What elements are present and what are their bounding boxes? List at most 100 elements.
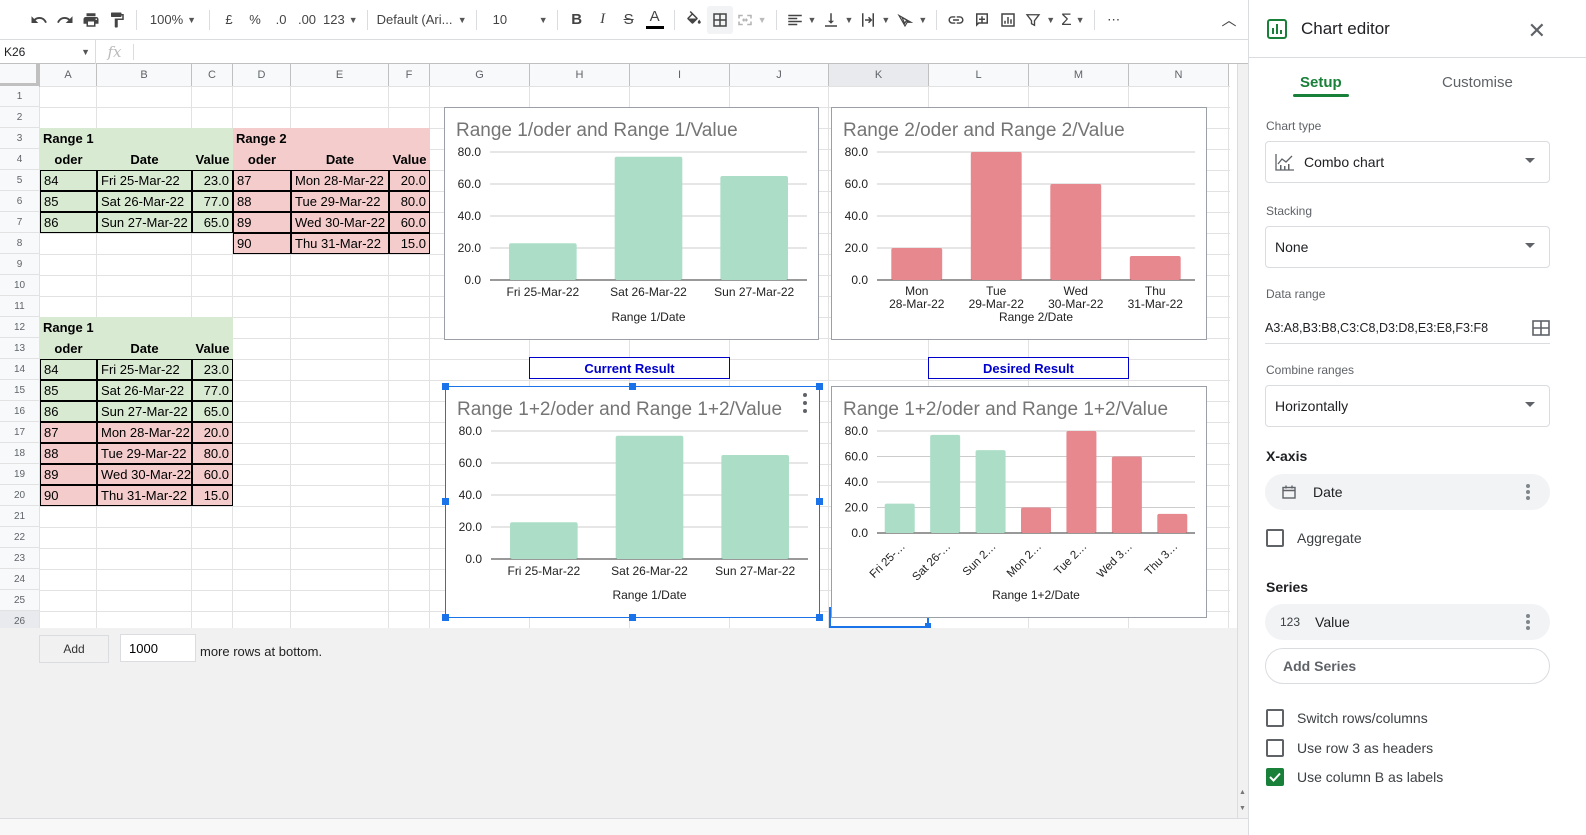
range2-table-header-value[interactable]: Value: [389, 149, 430, 170]
range1-table-cell[interactable]: Sat 26-Mar-22: [97, 191, 192, 212]
resize-handle[interactable]: [442, 614, 449, 621]
column-header-l[interactable]: L: [929, 64, 1029, 87]
chart-menu-kebab-icon[interactable]: [800, 393, 810, 413]
use-column-b-labels-checkbox[interactable]: [1266, 768, 1284, 786]
range1-table-cell[interactable]: Sun 27-Mar-22: [97, 212, 192, 233]
range1-table-cell[interactable]: 23.0: [192, 170, 233, 191]
horizontal-align-icon[interactable]: ▼: [783, 6, 820, 34]
select-range-grid-icon[interactable]: [1532, 320, 1550, 336]
range2-table-cell[interactable]: 89: [233, 212, 291, 233]
range2-table-cell[interactable]: Thu 31-Mar-22: [291, 233, 389, 254]
range2-table-cell[interactable]: 20.0: [389, 170, 430, 191]
borders-icon[interactable]: [706, 5, 733, 34]
combined-table-cell[interactable]: 86: [40, 401, 97, 422]
row-header-2[interactable]: 2: [0, 107, 40, 128]
range1-table-cell[interactable]: 77.0: [192, 191, 233, 212]
combined-table-header-value[interactable]: Value: [192, 338, 233, 359]
row-header-16[interactable]: 16: [0, 401, 40, 422]
column-header-g[interactable]: G: [430, 64, 530, 87]
series-chip[interactable]: 123 Value: [1265, 604, 1550, 640]
row-header-3[interactable]: 3: [0, 128, 40, 149]
row-header-9[interactable]: 9: [0, 254, 40, 275]
range1-table-cell[interactable]: 65.0: [192, 212, 233, 233]
row-header-13[interactable]: 13: [0, 338, 40, 359]
font-family-select[interactable]: Default (Ari... ▼: [374, 6, 470, 34]
font-size-select[interactable]: 10 ▼: [483, 6, 551, 34]
filter-icon[interactable]: ▼: [1021, 6, 1058, 34]
row-header-11[interactable]: 11: [0, 296, 40, 317]
combined-table-title[interactable]: Range 1: [40, 317, 97, 338]
column-header-a[interactable]: A: [40, 64, 97, 87]
x-axis-more-icon[interactable]: [1526, 484, 1530, 500]
resize-handle[interactable]: [629, 383, 636, 390]
horizontal-scrollbar[interactable]: [0, 818, 1248, 835]
range1-table-cell[interactable]: 85: [40, 191, 97, 212]
insert-link-icon[interactable]: [943, 6, 969, 34]
range1-table-header-date[interactable]: Date: [97, 149, 192, 170]
row-header-24[interactable]: 24: [0, 569, 40, 590]
combined-table-cell[interactable]: Wed 30-Mar-22: [97, 464, 192, 485]
column-header-d[interactable]: D: [233, 64, 291, 87]
close-icon[interactable]: ✕: [1528, 18, 1546, 44]
range1-table-cell[interactable]: Fri 25-Mar-22: [97, 170, 192, 191]
combined-table-cell[interactable]: 65.0: [192, 401, 233, 422]
range2-table-title-fill[interactable]: [389, 128, 430, 149]
current-result-label[interactable]: Current Result: [529, 357, 730, 379]
resize-handle[interactable]: [816, 498, 823, 505]
formula-input[interactable]: [134, 40, 1248, 64]
range2-table-header-date[interactable]: Date: [291, 149, 389, 170]
combined-table-cell[interactable]: 84: [40, 359, 97, 380]
combined-table-cell[interactable]: Fri 25-Mar-22: [97, 359, 192, 380]
fill-color-icon[interactable]: [681, 6, 707, 34]
range1-table-header-oder[interactable]: oder: [40, 149, 97, 170]
chart-range2[interactable]: Range 2/oder and Range 2/Value 0.0 20.0 40.…: [831, 107, 1207, 340]
resize-handle[interactable]: [442, 383, 449, 390]
resize-handle[interactable]: [816, 614, 823, 621]
range1-table-title-fill[interactable]: [192, 128, 233, 149]
combine-ranges-select[interactable]: Horizontally: [1265, 385, 1550, 427]
range1-table-title-fill[interactable]: [97, 128, 192, 149]
combined-table-cell[interactable]: 60.0: [192, 464, 233, 485]
text-rotation-icon[interactable]: ▼: [893, 6, 930, 34]
resize-handle[interactable]: [442, 498, 449, 505]
column-header-e[interactable]: E: [291, 64, 389, 87]
combined-table-cell[interactable]: 80.0: [192, 443, 233, 464]
percent-format-button[interactable]: %: [242, 6, 268, 34]
series-more-icon[interactable]: [1526, 614, 1530, 630]
row-header-17[interactable]: 17: [0, 422, 40, 443]
aggregate-checkbox[interactable]: [1266, 529, 1284, 547]
combined-table-cell[interactable]: Tue 29-Mar-22: [97, 443, 192, 464]
combined-table-cell[interactable]: 90: [40, 485, 97, 506]
tab-setup[interactable]: Setup: [1300, 74, 1342, 91]
row-header-10[interactable]: 10: [0, 275, 40, 296]
text-color-button[interactable]: A: [642, 6, 668, 34]
range1-table-cell[interactable]: 84: [40, 170, 97, 191]
row-header-6[interactable]: 6: [0, 191, 40, 212]
range2-table-cell[interactable]: 15.0: [389, 233, 430, 254]
combined-table-cell[interactable]: 85: [40, 380, 97, 401]
row-header-7[interactable]: 7: [0, 212, 40, 233]
bold-button[interactable]: B: [564, 6, 590, 34]
row-header-23[interactable]: 23: [0, 548, 40, 569]
column-header-m[interactable]: M: [1029, 64, 1129, 87]
range2-table-cell[interactable]: 90: [233, 233, 291, 254]
chart-current-result[interactable]: Range 1+2/oder and Range 1+2/Value 0.0 20.…: [445, 386, 820, 618]
combined-table-title-fill[interactable]: [192, 317, 233, 338]
resize-handle[interactable]: [816, 383, 823, 390]
column-header-i[interactable]: I: [630, 64, 730, 87]
more-formats-button[interactable]: 123 ▼: [320, 6, 361, 34]
column-header-f[interactable]: F: [389, 64, 430, 87]
range2-table-cell[interactable]: 87: [233, 170, 291, 191]
range2-table-cell[interactable]: Tue 29-Mar-22: [291, 191, 389, 212]
combined-table-title-fill[interactable]: [97, 317, 192, 338]
combined-table-cell[interactable]: Thu 31-Mar-22: [97, 485, 192, 506]
switch-rows-columns-checkbox[interactable]: [1266, 709, 1284, 727]
merge-cells-icon[interactable]: ▼: [733, 6, 770, 34]
row-header-8[interactable]: 8: [0, 233, 40, 254]
name-box[interactable]: K26 ▼: [0, 39, 96, 64]
add-series-button[interactable]: Add Series: [1265, 648, 1550, 684]
zoom-select[interactable]: 100% ▼: [143, 6, 203, 34]
tab-customise[interactable]: Customise: [1442, 74, 1513, 91]
more-options-button[interactable]: ⋯: [1101, 6, 1127, 34]
desired-result-label[interactable]: Desired Result: [928, 357, 1129, 379]
